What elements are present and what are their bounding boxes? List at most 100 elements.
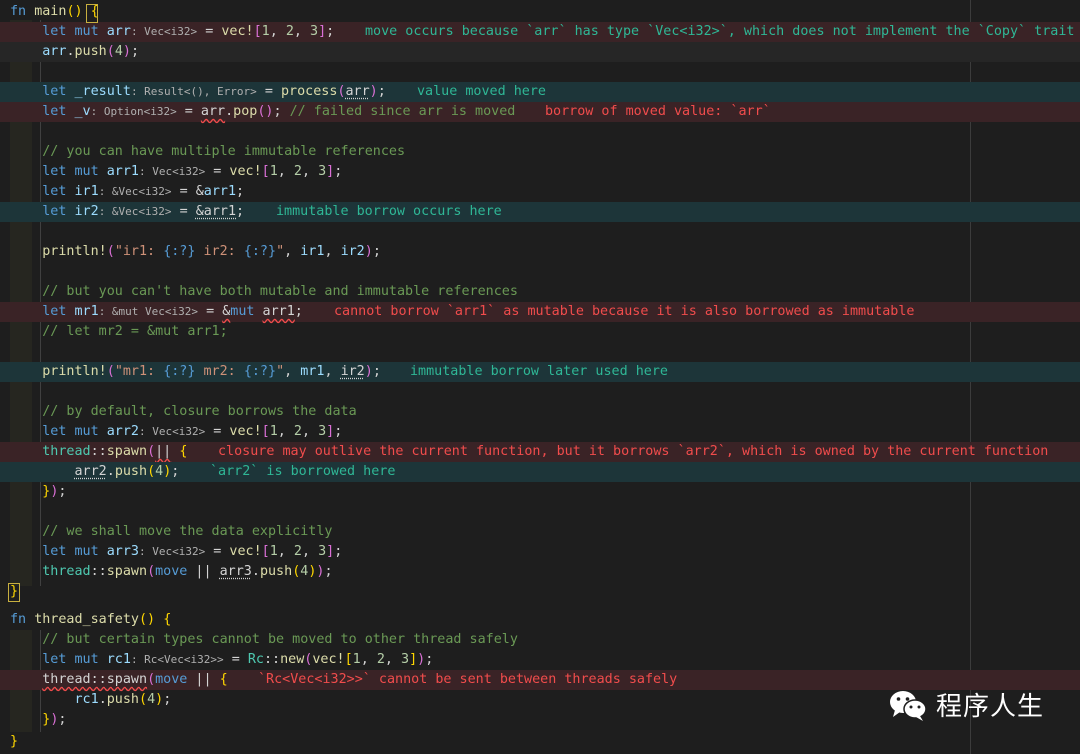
code-text: let mut arr1: Vec<i32> = vec![1, 2, 3]; xyxy=(10,162,342,182)
code-line[interactable]: fn thread_safety() { xyxy=(0,610,1080,630)
code-token: ) xyxy=(364,244,373,259)
code-line[interactable] xyxy=(0,122,1080,142)
code-line[interactable] xyxy=(0,382,1080,402)
code-line[interactable]: println!("mr1: {:?} mr2: {:?}", mr1, ir2… xyxy=(0,362,1080,382)
code-token: 2 xyxy=(293,164,302,179)
code-line[interactable]: }); xyxy=(0,482,1080,502)
code-line[interactable]: let _result: Result<(), Error> = process… xyxy=(0,82,1080,102)
code-token: // by default, closure borrows the data xyxy=(42,404,357,419)
code-token: mr2: xyxy=(195,364,244,379)
code-line[interactable]: // we shall move the data explicitly xyxy=(0,522,1080,542)
code-text: println!("mr1: {:?} mr2: {:?}", mr1, ir2… xyxy=(10,362,381,382)
code-line[interactable]: fn main() { xyxy=(0,2,1080,22)
code-token: Rc xyxy=(247,652,264,667)
code-token: . xyxy=(66,44,75,59)
code-token: , xyxy=(284,244,301,259)
code-line[interactable]: arr.push(4); xyxy=(0,42,1080,62)
code-token: . xyxy=(98,692,107,707)
code-line[interactable]: thread::spawn(move || arr3.push(4)); xyxy=(0,562,1080,582)
code-token: ; xyxy=(130,44,139,59)
code-text: let _result: Result<(), Error> = process… xyxy=(10,82,386,102)
watermark-text: 程序人生 xyxy=(936,692,1045,722)
code-text: let mut arr3: Vec<i32> = vec![1, 2, 3]; xyxy=(10,542,342,562)
code-token: || xyxy=(187,672,220,687)
code-text: rc1.push(4); xyxy=(10,690,172,710)
code-token: . xyxy=(106,464,115,479)
code-line[interactable]: let ir1: &Vec<i32> = &arr1; xyxy=(0,182,1080,202)
code-token: } xyxy=(10,734,19,749)
code-line[interactable] xyxy=(0,222,1080,242)
code-line[interactable]: // by default, closure borrows the data xyxy=(0,402,1080,422)
code-token: ; xyxy=(334,424,343,439)
code-token: let xyxy=(42,424,75,439)
code-line[interactable]: println!("ir1: {:?} ir2: {:?}", ir1, ir2… xyxy=(0,242,1080,262)
code-line[interactable]: } xyxy=(0,732,1080,752)
code-text: // by default, closure borrows the data xyxy=(10,402,357,422)
code-text: }); xyxy=(10,710,66,730)
code-token: , xyxy=(284,364,301,379)
code-token: ir2 xyxy=(340,244,365,259)
code-token: push xyxy=(114,464,148,479)
code-token: 2 xyxy=(293,424,302,439)
code-line[interactable]: // you can have multiple immutable refer… xyxy=(0,142,1080,162)
code-token: ir1 xyxy=(300,244,325,259)
code-token: {:?} xyxy=(163,364,196,379)
code-text: arr2.push(4); xyxy=(10,462,180,482)
code-token: :: xyxy=(263,652,281,667)
code-token: 2 xyxy=(293,544,302,559)
code-token: ; xyxy=(372,364,381,379)
code-token: // let mr2 = &mut arr1; xyxy=(42,324,228,339)
code-token: let xyxy=(42,24,75,39)
code-line[interactable] xyxy=(0,62,1080,82)
code-token: () xyxy=(139,612,156,627)
code-token: "mr1: xyxy=(114,364,164,379)
code-line[interactable]: // but you can't have both mutable and i… xyxy=(0,282,1080,302)
code-token: thread xyxy=(42,564,91,579)
code-line[interactable]: let ir2: &Vec<i32> = &arr1; immutable bor… xyxy=(0,202,1080,222)
code-token: . xyxy=(251,564,260,579)
note-diagnostic: value moved here xyxy=(417,84,546,99)
code-token: {:?} xyxy=(243,244,277,259)
code-token: , xyxy=(384,652,402,667)
code-token: push xyxy=(259,564,293,579)
code-token: 2 xyxy=(285,24,294,39)
code-line[interactable] xyxy=(0,262,1080,282)
code-token: " xyxy=(276,364,285,379)
code-token: : Vec<i32> xyxy=(139,425,206,438)
code-token: 1 xyxy=(352,652,361,667)
code-text: fn thread_safety() { xyxy=(10,610,171,630)
code-token: ; xyxy=(425,652,434,667)
code-line[interactable]: // let mr2 = &mut arr1; xyxy=(0,322,1080,342)
code-editor[interactable]: fn main() { let mut arr: Vec<i32> = vec!… xyxy=(0,0,1080,754)
code-line[interactable]: let mr1: &mut Vec<i32> = &mut arr1; canno… xyxy=(0,302,1080,322)
code-token: arr xyxy=(345,84,370,99)
code-line[interactable]: let mut arr3: Vec<i32> = vec![1, 2, 3]; xyxy=(0,542,1080,562)
code-token: , xyxy=(277,424,294,439)
code-token: // but certain types cannot be moved to … xyxy=(42,632,518,647)
code-line[interactable] xyxy=(0,342,1080,362)
code-line[interactable]: let mut arr1: Vec<i32> = vec![1, 2, 3]; xyxy=(0,162,1080,182)
code-line[interactable] xyxy=(0,502,1080,522)
code-token: ir2: xyxy=(195,244,244,259)
code-token: move xyxy=(155,564,188,579)
code-token: vec! xyxy=(229,424,262,439)
code-token: let xyxy=(42,204,75,219)
code-line[interactable]: // but certain types cannot be moved to … xyxy=(0,630,1080,650)
code-line[interactable]: let _v: Option<i32> = arr.pop(); // fail… xyxy=(0,102,1080,122)
code-token: vec! xyxy=(312,652,345,667)
code-token: ; xyxy=(334,544,343,559)
code-line[interactable]: thread::spawn(|| {closure may outlive th… xyxy=(0,442,1080,462)
code-line[interactable]: } xyxy=(0,582,1080,602)
code-line[interactable]: let mut arr: Vec<i32> = vec![1, 2, 3]; mo… xyxy=(0,22,1080,42)
code-line[interactable]: arr2.push(4); `arr2` is borrowed here xyxy=(0,462,1080,482)
code-line[interactable]: let mut rc1: Rc<Vec<i32>> = Rc::new(vec!… xyxy=(0,650,1080,670)
code-token: let xyxy=(42,184,75,199)
code-token: || xyxy=(187,564,220,579)
code-token: 1 xyxy=(269,164,278,179)
code-token: mut xyxy=(74,424,107,439)
code-line[interactable]: let mut arr2: Vec<i32> = vec![1, 2, 3]; xyxy=(0,422,1080,442)
